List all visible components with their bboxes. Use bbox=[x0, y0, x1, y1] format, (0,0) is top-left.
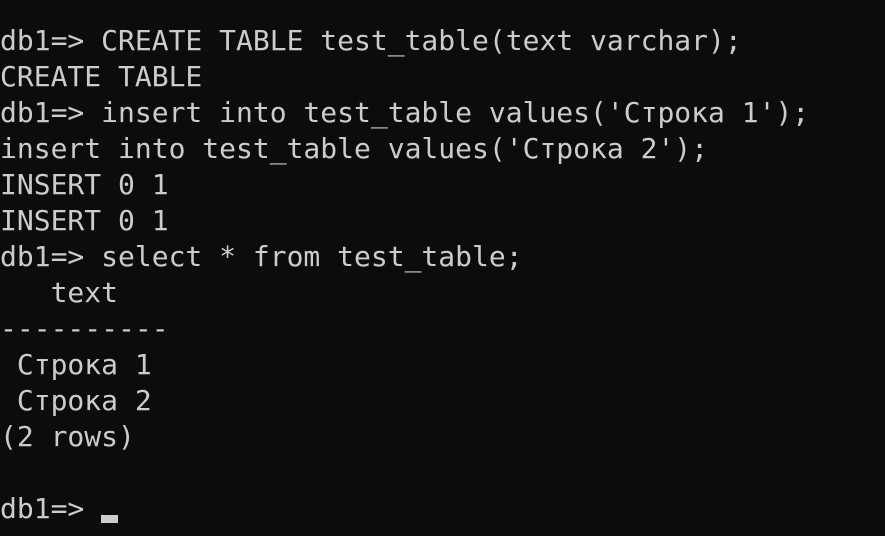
terminal-line: INSERT 0 1 bbox=[0, 168, 169, 201]
row-count: (2 rows) bbox=[0, 420, 135, 453]
terminal-line: db1=> CREATE TABLE test_table(text varch… bbox=[0, 24, 742, 57]
terminal-line: INSERT 0 1 bbox=[0, 204, 169, 237]
terminal-line: db1=> insert into test_table values('Стр… bbox=[0, 96, 810, 129]
result-row: Строка 1 bbox=[0, 348, 152, 381]
active-prompt-line[interactable]: db1=> bbox=[0, 491, 885, 527]
terminal-line: insert into test_table values('Строка 2'… bbox=[0, 132, 709, 165]
result-header: text bbox=[0, 276, 119, 309]
terminal-line: CREATE TABLE bbox=[0, 60, 203, 93]
prompt-text: db1=> bbox=[0, 492, 102, 525]
terminal-line: db1=> select * from test_table; bbox=[0, 240, 523, 273]
result-row: Строка 2 bbox=[0, 384, 152, 417]
terminal-window[interactable]: db1=> CREATE TABLE test_table(text varch… bbox=[0, 0, 885, 536]
result-separator: ---------- bbox=[0, 312, 169, 345]
cursor bbox=[101, 515, 119, 523]
